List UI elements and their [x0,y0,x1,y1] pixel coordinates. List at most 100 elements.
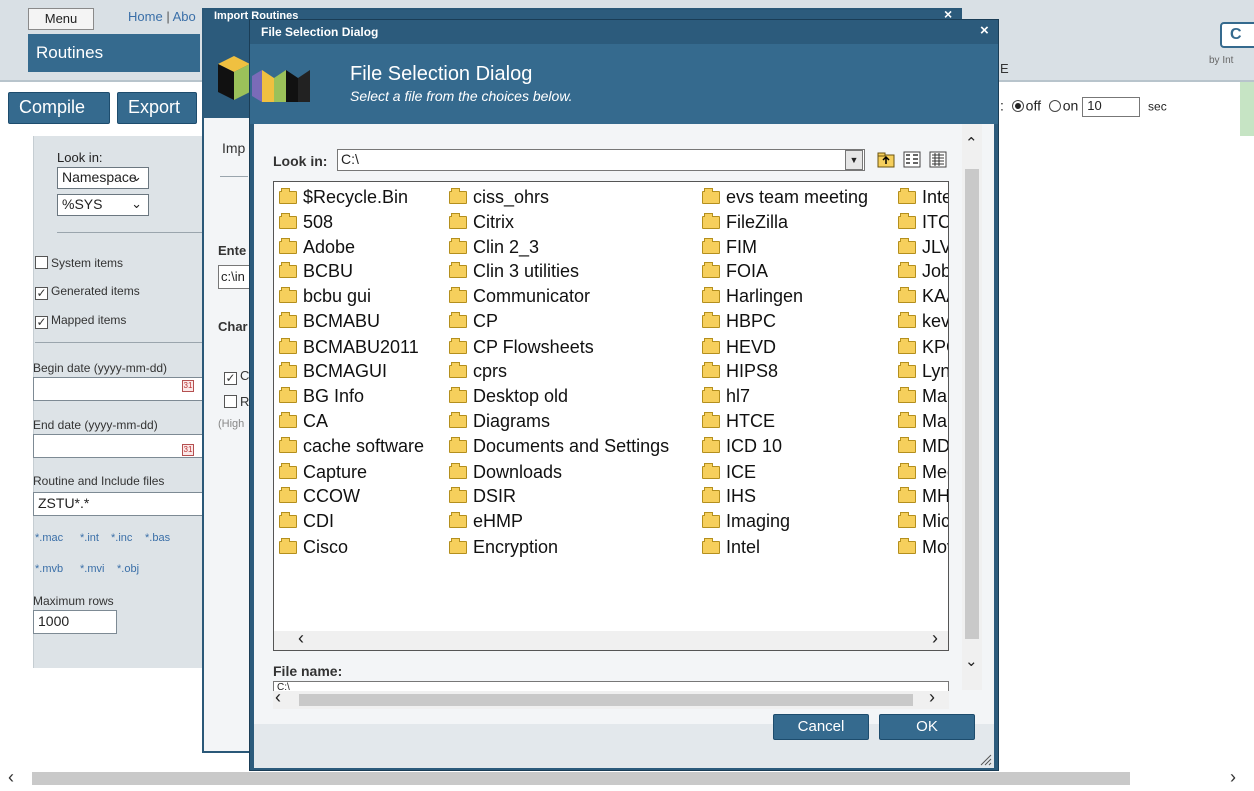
end-date-input[interactable] [33,434,205,458]
list-item[interactable]: Imaging [702,510,790,532]
refresh-interval-input[interactable]: 10 [1082,97,1141,117]
ext-link-obj[interactable]: *.obj [117,563,139,575]
ext-link-mvb[interactable]: *.mvb [35,563,63,575]
about-link[interactable]: Abo [173,9,196,24]
list-item[interactable]: Clin 3 utilities [449,260,579,282]
list-item[interactable]: HBPC [702,310,776,332]
option-r-checkbox[interactable] [224,395,237,408]
list-item[interactable]: CCOW [279,485,360,507]
list-item[interactable]: cprs [449,360,507,382]
list-item[interactable]: FOIA [702,260,768,282]
namespace-select[interactable]: %SYS ⌄ [57,194,149,216]
list-item[interactable]: BCMAGUI [279,360,387,382]
list-item[interactable]: Harlingen [702,285,803,307]
mapped-items-option[interactable]: ✓ Mapped items [35,313,126,329]
list-item[interactable]: Adobe [279,236,355,258]
close-icon[interactable]: × [980,22,989,39]
list-item[interactable]: Cisco [279,536,348,558]
scroll-right-icon[interactable]: › [1230,767,1236,788]
ext-link-mvi[interactable]: *.mvi [80,563,104,575]
list-item[interactable]: Med [898,461,948,483]
list-item[interactable]: CP [449,310,498,332]
system-items-checkbox[interactable] [35,256,48,269]
dialog-titlebar[interactable]: File Selection Dialog [250,20,998,44]
resize-grip-icon[interactable] [978,752,992,766]
ext-link-inc[interactable]: *.inc [111,532,132,544]
list-item[interactable]: BCMABU [279,310,380,332]
list-item[interactable]: CDI [279,510,334,532]
scroll-left-icon[interactable]: ‹ [298,628,304,649]
dialog-horizontal-scrollbar[interactable]: ‹ › [273,687,949,709]
ok-button[interactable]: OK [879,714,975,740]
dialog-vertical-scrollbar[interactable]: ⌃ ⌄ [962,124,982,690]
scrollbar-thumb[interactable] [965,169,979,639]
scroll-right-icon[interactable]: › [929,687,935,708]
max-rows-input[interactable]: 1000 [33,610,117,634]
compile-button[interactable]: Compile [8,92,110,124]
scrollbar-thumb[interactable] [299,694,913,706]
option-c-checkbox[interactable]: ✓ [224,372,237,385]
scroll-down-icon[interactable]: ⌄ [965,652,978,670]
top-right-button[interactable]: C [1220,22,1254,48]
list-view-icon[interactable] [903,151,921,168]
generated-items-checkbox[interactable]: ✓ [35,287,48,300]
list-item[interactable]: HTCE [702,410,775,432]
scroll-up-icon[interactable]: ⌃ [965,134,978,152]
list-item[interactable]: ITC [898,211,948,233]
list-item[interactable]: hl7 [702,385,750,407]
chevron-down-icon[interactable]: ▼ [845,150,863,170]
list-item[interactable]: Mov [898,536,948,558]
list-item[interactable]: HIPS8 [702,360,778,382]
ext-link-int[interactable]: *.int [80,532,99,544]
cancel-button[interactable]: Cancel [773,714,869,740]
refresh-off-radio[interactable] [1011,99,1024,112]
list-item[interactable]: BCBU [279,260,353,282]
scroll-right-icon[interactable]: › [932,628,938,649]
option-r[interactable]: R [224,394,249,409]
file-list-horizontal-scrollbar[interactable]: ‹ › [274,628,948,650]
file-list[interactable]: $Recycle.Bin 508 Adobe BCBU bcbu gui BCM… [273,181,949,651]
list-item[interactable]: Citrix [449,211,514,233]
refresh-on-radio[interactable] [1048,99,1061,112]
list-item[interactable]: Desktop old [449,385,568,407]
list-item[interactable]: JLV [898,236,948,258]
list-item[interactable]: BG Info [279,385,364,407]
generated-items-option[interactable]: ✓ Generated items [35,284,140,300]
scroll-left-icon[interactable]: ‹ [275,687,281,708]
list-item[interactable]: BCMABU2011 [279,336,419,358]
list-item[interactable]: Communicator [449,285,590,307]
ext-link-bas[interactable]: *.bas [145,532,170,544]
details-view-icon[interactable] [929,151,947,168]
list-item[interactable]: 508 [279,211,333,233]
list-item[interactable]: KPC [898,336,948,358]
list-item[interactable]: KAA [898,285,948,307]
calendar-icon[interactable]: 31 [182,380,194,392]
list-item[interactable]: bcbu gui [279,285,371,307]
list-item[interactable]: kevi [898,310,948,332]
list-item[interactable]: ICE [702,461,756,483]
list-item[interactable]: Documents and Settings [449,435,669,457]
option-c[interactable]: ✓ C [224,368,249,385]
export-button[interactable]: Export [117,92,197,124]
list-item[interactable]: Diagrams [449,410,550,432]
list-item[interactable]: Job [898,260,948,282]
list-item[interactable]: CA [279,410,328,432]
list-item[interactable]: $Recycle.Bin [279,186,408,208]
scroll-left-icon[interactable]: ‹ [8,767,14,788]
file-name-input[interactable]: C:\ [273,681,949,691]
look-in-field[interactable]: C:\ [337,149,865,171]
list-item[interactable]: FIM [702,236,757,258]
list-item[interactable]: MDV [898,435,948,457]
list-item[interactable]: MHV [898,485,948,507]
list-item[interactable]: DSIR [449,485,516,507]
ext-link-mac[interactable]: *.mac [35,532,63,544]
up-folder-icon[interactable] [877,151,895,168]
list-item[interactable]: CP Flowsheets [449,336,594,358]
list-item[interactable]: Inter [898,186,948,208]
list-item[interactable]: Lync [898,360,948,382]
list-item[interactable]: Micr [898,510,948,532]
list-item[interactable]: FileZilla [702,211,788,233]
list-item[interactable]: Man [898,385,948,407]
list-item[interactable]: ciss_ohrs [449,186,549,208]
list-item[interactable]: Intel [702,536,760,558]
